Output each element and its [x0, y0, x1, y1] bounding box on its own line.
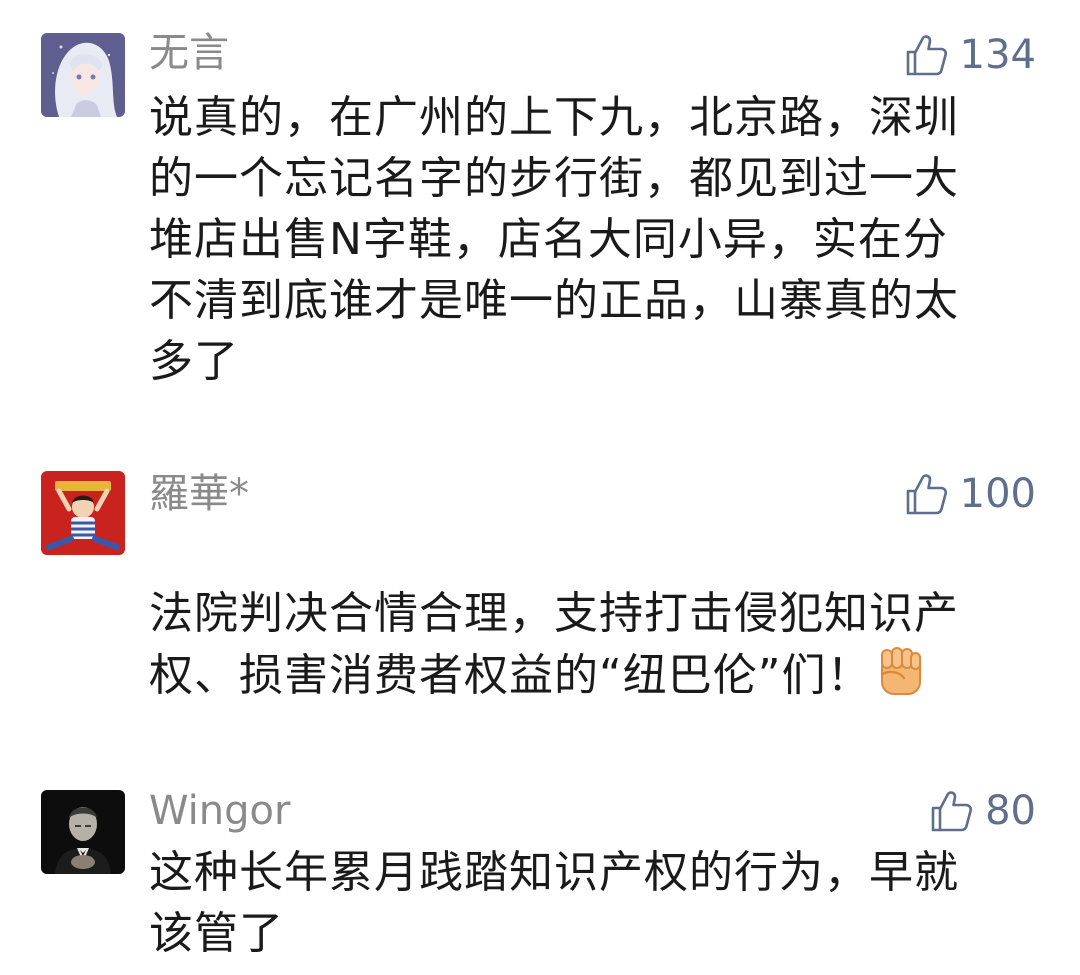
thumbs-up-icon [906, 474, 947, 515]
comment-text: 这种长年累月践踏知识产权的行为，早就 该管了 [149, 847, 959, 959]
anime-girl-avatar-icon [41, 33, 125, 117]
like-count: 100 [959, 471, 1036, 517]
like-button[interactable]: 134 [904, 32, 1036, 78]
like-button[interactable]: 100 [904, 471, 1036, 517]
comment-username[interactable]: 羅華* [149, 471, 249, 517]
comment-username[interactable]: 无言 [149, 30, 229, 76]
comment-username[interactable]: Wingor [149, 788, 290, 834]
avatar[interactable] [41, 790, 125, 874]
man-in-tuxedo-avatar-icon [41, 790, 125, 874]
comment-item: Wingor 80 这种长年累月践踏知识产权的行为，早就 该管了 [0, 760, 1080, 975]
comment-item: 羅華* 100 法院判决合情合理，支持打击侵犯知识产 权、损害消费者权益的“纽巴… [0, 440, 1080, 730]
thumbs-up-icon [906, 35, 947, 76]
comment-text: 法院判决合情合理，支持打击侵犯知识产 权、损害消费者权益的“纽巴伦”们！ [149, 522, 1029, 716]
comment-text: 说真的，在广州的上下九，北京路，深圳 的一个忘记名字的步行街，都见到过一大 堆店… [149, 92, 959, 387]
like-count: 134 [959, 32, 1036, 78]
comment-text-body: 法院判决合情合理，支持打击侵犯知识产 权、损害消费者权益的“纽巴伦”们！ [149, 588, 959, 701]
child-with-banner-avatar-icon [41, 471, 125, 555]
thumbs-up-icon [931, 791, 973, 832]
raised-fist-emoji-icon [872, 644, 928, 716]
comment-item: 无言 134 说真的，在广州的上下九，北京路，深圳 的一个忘记名字的步行街，都见… [0, 0, 1080, 400]
like-count: 80 [985, 788, 1036, 834]
like-button[interactable]: 80 [929, 788, 1036, 834]
avatar[interactable] [41, 33, 125, 117]
avatar[interactable] [41, 471, 125, 555]
